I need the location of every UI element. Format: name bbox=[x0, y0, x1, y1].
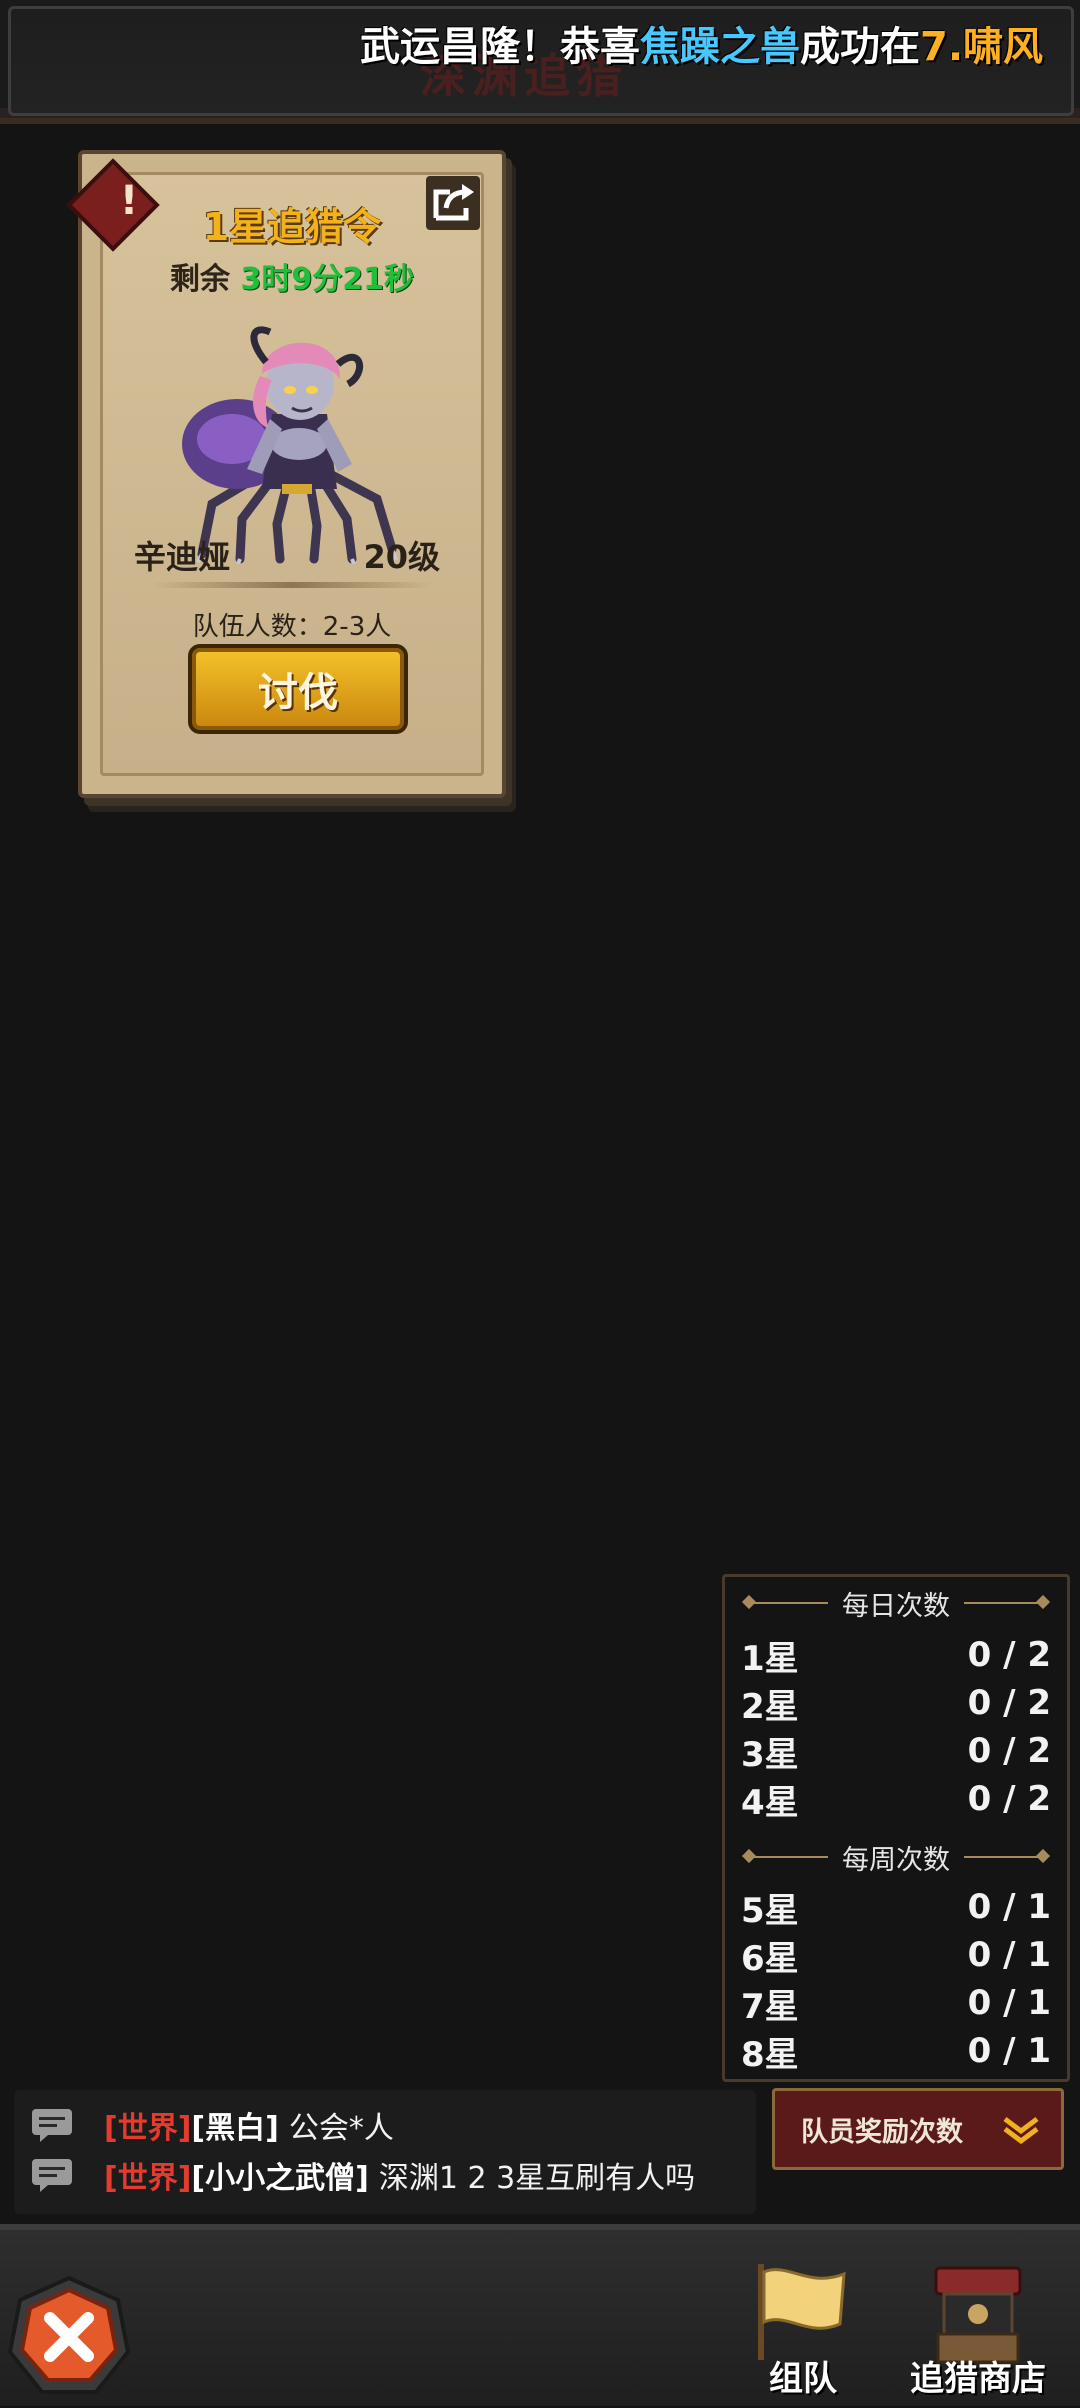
remaining-time: 剩余 3时9分21秒 bbox=[82, 254, 502, 298]
count-star: 3星 bbox=[741, 1734, 799, 1775]
header-ornament-right bbox=[964, 1856, 1044, 1858]
count-star: 8星 bbox=[741, 2034, 799, 2075]
chat-channel: [世界] bbox=[104, 2111, 192, 2146]
hunt-shop-label: 追猎商店 bbox=[910, 2359, 1046, 2399]
marquee-player-name: 焦躁之兽 bbox=[640, 24, 800, 70]
marquee-location: 7.啸风 bbox=[920, 24, 1044, 70]
daily-count-row: 1星 0 / 2 bbox=[741, 1631, 1051, 1679]
chat-text: 深渊1 2 3星互刷有人吗 bbox=[378, 2161, 696, 2196]
bounty-card-title: 1星追猎令 bbox=[202, 205, 382, 249]
header-ornament-left bbox=[748, 1856, 828, 1858]
chat-panel[interactable]: [世界] [黑白] 公会*人 [世界] [小小之武僧] 深渊1 2 3星互刷有人… bbox=[14, 2090, 756, 2214]
count-value: 0 / 1 bbox=[967, 1887, 1051, 1927]
member-reward-count-label: 队员奖励次数 bbox=[801, 2116, 963, 2148]
weekly-count-row: 6星 0 / 1 bbox=[741, 1931, 1051, 1979]
marquee-text-1: 武运昌隆！恭喜 bbox=[360, 24, 640, 70]
marquee-text-2: 成功在 bbox=[800, 24, 920, 70]
weekly-counts-title: 每周次数 bbox=[842, 1844, 950, 1876]
monster-level: 20级 bbox=[363, 538, 440, 576]
bounty-card[interactable]: ! 1星追猎令 剩余 3时9分21秒 辛迪娅 20级 队伍人数：2-3人 讨伐 bbox=[66, 150, 506, 798]
team-size-text: 队伍人数：2-3人 bbox=[192, 612, 392, 642]
hunt-shop-button[interactable]: 追猎商店 bbox=[898, 2258, 1058, 2408]
top-bar: 深渊追猎 武运昌隆！恭喜焦躁之兽成功在7.啸风 bbox=[0, 0, 1080, 124]
remaining-label: 剩余 bbox=[170, 262, 231, 297]
count-star: 6星 bbox=[741, 1938, 799, 1979]
chat-channel: [世界] bbox=[104, 2161, 192, 2196]
daily-counts-title: 每日次数 bbox=[842, 1590, 950, 1622]
daily-count-row: 3星 0 / 2 bbox=[741, 1727, 1051, 1775]
card-divider bbox=[152, 582, 432, 588]
chat-username: [黑白] bbox=[191, 2111, 279, 2146]
count-value: 0 / 1 bbox=[967, 1935, 1051, 1975]
daily-counts-header: 每日次数 bbox=[725, 1583, 1067, 1623]
announcement-marquee: 武运昌隆！恭喜焦躁之兽成功在7.啸风 bbox=[360, 14, 1080, 72]
header-ornament-right bbox=[964, 1602, 1044, 1604]
count-value: 0 / 1 bbox=[967, 1983, 1051, 2023]
member-reward-count-button[interactable]: 队员奖励次数 bbox=[772, 2088, 1064, 2170]
chat-username: [小小之武僧] bbox=[191, 2161, 369, 2196]
monster-name: 辛迪娅 bbox=[134, 538, 231, 576]
count-value: 0 / 2 bbox=[967, 1683, 1051, 1723]
chat-text: 公会*人 bbox=[288, 2111, 394, 2146]
weekly-count-row: 8星 0 / 1 bbox=[741, 2027, 1051, 2075]
daily-count-row: 2星 0 / 2 bbox=[741, 1679, 1051, 1727]
chat-bubble-icon bbox=[32, 2109, 72, 2142]
count-star: 1星 bbox=[741, 1638, 799, 1679]
team-button[interactable]: 组队 bbox=[748, 2258, 858, 2408]
remaining-timer: 3时9分21秒 bbox=[240, 262, 414, 297]
count-value: 0 / 1 bbox=[967, 2031, 1051, 2071]
daily-count-row: 4星 0 / 2 bbox=[741, 1775, 1051, 1823]
header-ornament-left bbox=[748, 1602, 828, 1604]
count-star: 2星 bbox=[741, 1686, 799, 1727]
bottom-bar: 组队 追猎商店 bbox=[0, 2224, 1080, 2406]
team-label: 组队 bbox=[769, 2359, 837, 2399]
count-value: 0 / 2 bbox=[967, 1731, 1051, 1771]
attack-button[interactable]: 讨伐 bbox=[188, 644, 408, 734]
count-value: 0 / 2 bbox=[967, 1779, 1051, 1819]
chat-message: [世界] [小小之武僧] 深渊1 2 3星互刷有人吗 bbox=[30, 2150, 695, 2200]
monster-portrait bbox=[182, 326, 398, 564]
attempt-counts-panel: 每日次数 1星 0 / 2 2星 0 / 2 3星 0 / 2 4星 0 / 2… bbox=[722, 1574, 1070, 2082]
chevron-down-icon bbox=[1003, 2117, 1039, 2145]
weekly-count-row: 5星 0 / 1 bbox=[741, 1883, 1051, 1931]
chat-message: [世界] [黑白] 公会*人 bbox=[30, 2100, 394, 2150]
chat-bubble-icon bbox=[32, 2159, 72, 2192]
weekly-count-row: 7星 0 / 1 bbox=[741, 1979, 1051, 2027]
close-button[interactable] bbox=[6, 2274, 132, 2400]
count-star: 7星 bbox=[741, 1986, 799, 2027]
count-star: 4星 bbox=[741, 1782, 799, 1823]
count-star: 5星 bbox=[741, 1890, 799, 1931]
count-value: 0 / 2 bbox=[967, 1635, 1051, 1675]
weekly-counts-header: 每周次数 bbox=[725, 1837, 1067, 1877]
